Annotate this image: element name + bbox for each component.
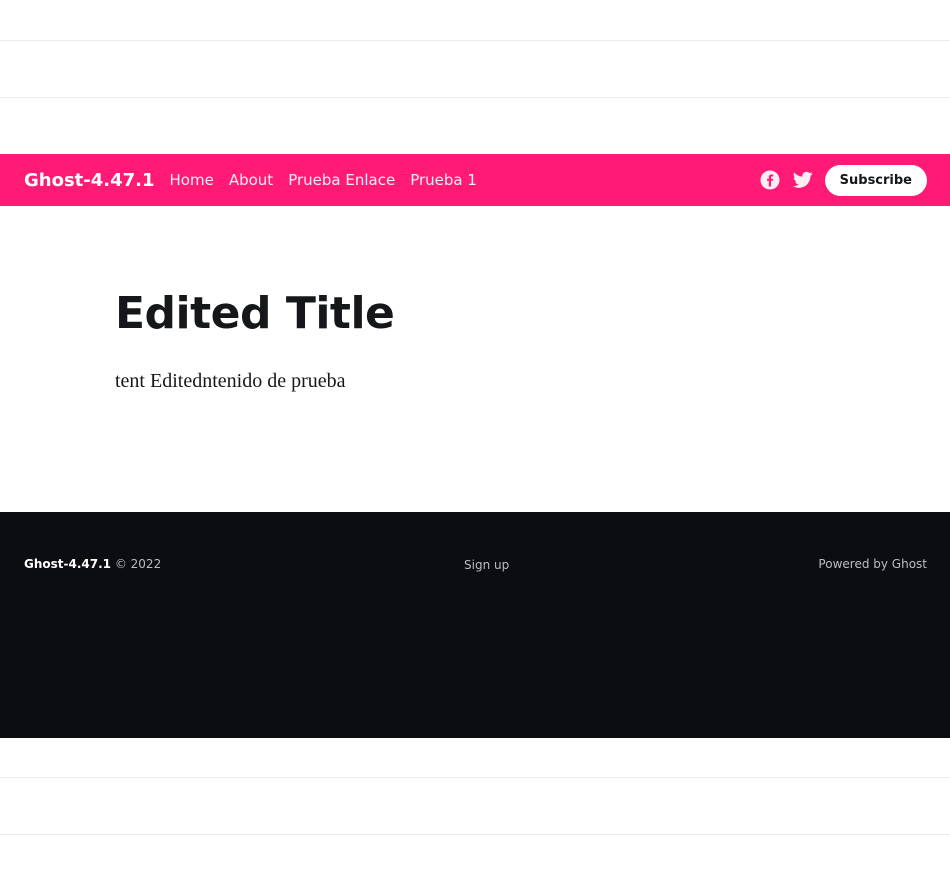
- bottom-divider-2: [0, 834, 950, 835]
- facebook-icon[interactable]: [759, 169, 781, 191]
- footer-signup-link[interactable]: Sign up: [464, 558, 509, 572]
- site-header: Ghost-4.47.1 Home About Prueba Enlace Pr…: [0, 154, 950, 206]
- twitter-icon[interactable]: [792, 169, 814, 191]
- post-content: Edited Title tent Editedntenido de prueb…: [0, 206, 950, 512]
- site-title-link[interactable]: Ghost-4.47.1: [24, 170, 155, 191]
- header-actions: Subscribe: [759, 164, 927, 196]
- footer-site-title-link[interactable]: Ghost-4.47.1: [24, 557, 111, 571]
- footer-copyright-text: © 2022: [114, 557, 162, 571]
- site-footer: Ghost-4.47.1 © 2022 Sign up Powered by G…: [0, 512, 950, 738]
- post-title: Edited Title: [115, 288, 395, 339]
- nav-item-about[interactable]: About: [229, 171, 273, 189]
- powered-by-ghost-link[interactable]: Powered by Ghost: [818, 557, 927, 571]
- subscribe-button[interactable]: Subscribe: [824, 164, 927, 196]
- main-nav: Home About Prueba Enlace Prueba 1: [163, 171, 485, 189]
- top-divider-2: [0, 97, 950, 98]
- nav-item-home[interactable]: Home: [170, 171, 214, 189]
- footer-copyright: Ghost-4.47.1 © 2022: [24, 557, 161, 571]
- nav-item-prueba-1[interactable]: Prueba 1: [410, 171, 477, 189]
- top-divider-1: [0, 40, 950, 41]
- nav-item-prueba-enlace[interactable]: Prueba Enlace: [288, 171, 395, 189]
- bottom-divider-1: [0, 777, 950, 778]
- post-body: tent Editedntenido de prueba: [115, 370, 346, 392]
